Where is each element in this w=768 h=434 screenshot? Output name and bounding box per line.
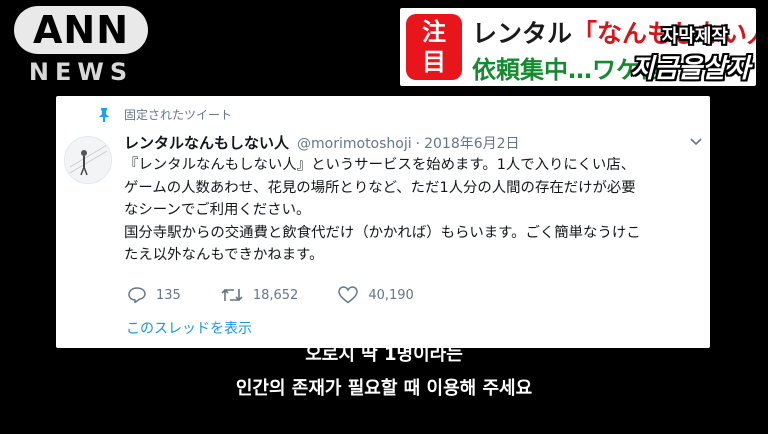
credit-overlay-top: 자막제작 <box>661 26 728 47</box>
ann-news-logo: ANN NEWS <box>14 6 148 86</box>
tweet-text-line: 国分寺駅からの交通費と飲食代だけ（かかれば）もらいます。ごく簡単なうけこ <box>124 224 641 241</box>
like-button[interactable]: 40,190 <box>338 286 414 304</box>
ann-badge: ANN <box>14 6 148 54</box>
avatar-figure-icon <box>65 137 111 183</box>
retweet-count: 18,652 <box>252 287 299 303</box>
badge-char-2: 目 <box>422 48 446 76</box>
ann-logo-text: ANN <box>32 8 129 52</box>
show-thread-link[interactable]: このスレッドを表示 <box>126 318 252 338</box>
tweet-card: 固定されたツイート レンタルなんもしない人 @morimotoshoji · 2… <box>56 96 710 348</box>
retweet-button[interactable]: 18,652 <box>221 287 299 303</box>
attention-badge: 注 目 <box>406 14 462 80</box>
pinned-indicator: 固定されたツイート <box>98 106 232 123</box>
tweet-actions: 135 18,652 40,190 <box>128 286 454 304</box>
heart-icon <box>338 286 359 304</box>
tweet-header: レンタルなんもしない人 @morimotoshoji · 2018年6月2日 <box>124 132 520 153</box>
subtitle-line-1: 오로지 딱 1명이라는 <box>305 344 463 365</box>
pinned-label: 固定されたツイート <box>124 108 233 122</box>
credit-overlay-bottom: 지금을살자 <box>630 54 750 84</box>
tweet-text-line: たえ以外なんもできかねます。 <box>124 247 324 263</box>
tweet-text: 『レンタルなんもしない人』というサービスを始めます。1人で入りにくい店、 ゲーム… <box>124 154 684 267</box>
like-count: 40,190 <box>368 287 414 303</box>
chevron-down-icon[interactable] <box>690 138 702 146</box>
news-logo-text: NEWS <box>28 58 134 86</box>
reply-button[interactable]: 135 <box>128 287 181 303</box>
badge-char-1: 注 <box>422 18 446 46</box>
subtitle-line-2: 인간의 존재가 필요할 때 이용해 주세요 <box>235 378 533 399</box>
reply-count: 135 <box>156 287 181 303</box>
headline-main-text: レンタル <box>472 19 573 48</box>
tweet-date[interactable]: 2018年6月2日 <box>424 133 519 153</box>
avatar[interactable] <box>64 136 112 184</box>
retweet-icon <box>221 288 243 302</box>
tweet-text-line: 『レンタルなんもしない人』というサービスを始めます。1人で入りにくい店、 <box>124 157 636 173</box>
author-handle[interactable]: @morimotoshoji <box>297 136 412 152</box>
headline-caption: 注 目 レンタル「なんもしない人」 依頼集中…ワケは 자막제작 지금을살자 <box>400 8 756 86</box>
reply-icon <box>128 287 146 303</box>
tweet-text-line: ゲームの人数あわせ、花見の場所とりなど、ただ1人分の人間の存在だけが必要 <box>124 179 636 196</box>
tweet-text-line: なシーンでご利用ください。 <box>124 202 311 218</box>
header-separator: · <box>415 136 421 152</box>
author-name[interactable]: レンタルなんもしない人 <box>124 132 289 153</box>
pin-icon <box>99 107 109 122</box>
